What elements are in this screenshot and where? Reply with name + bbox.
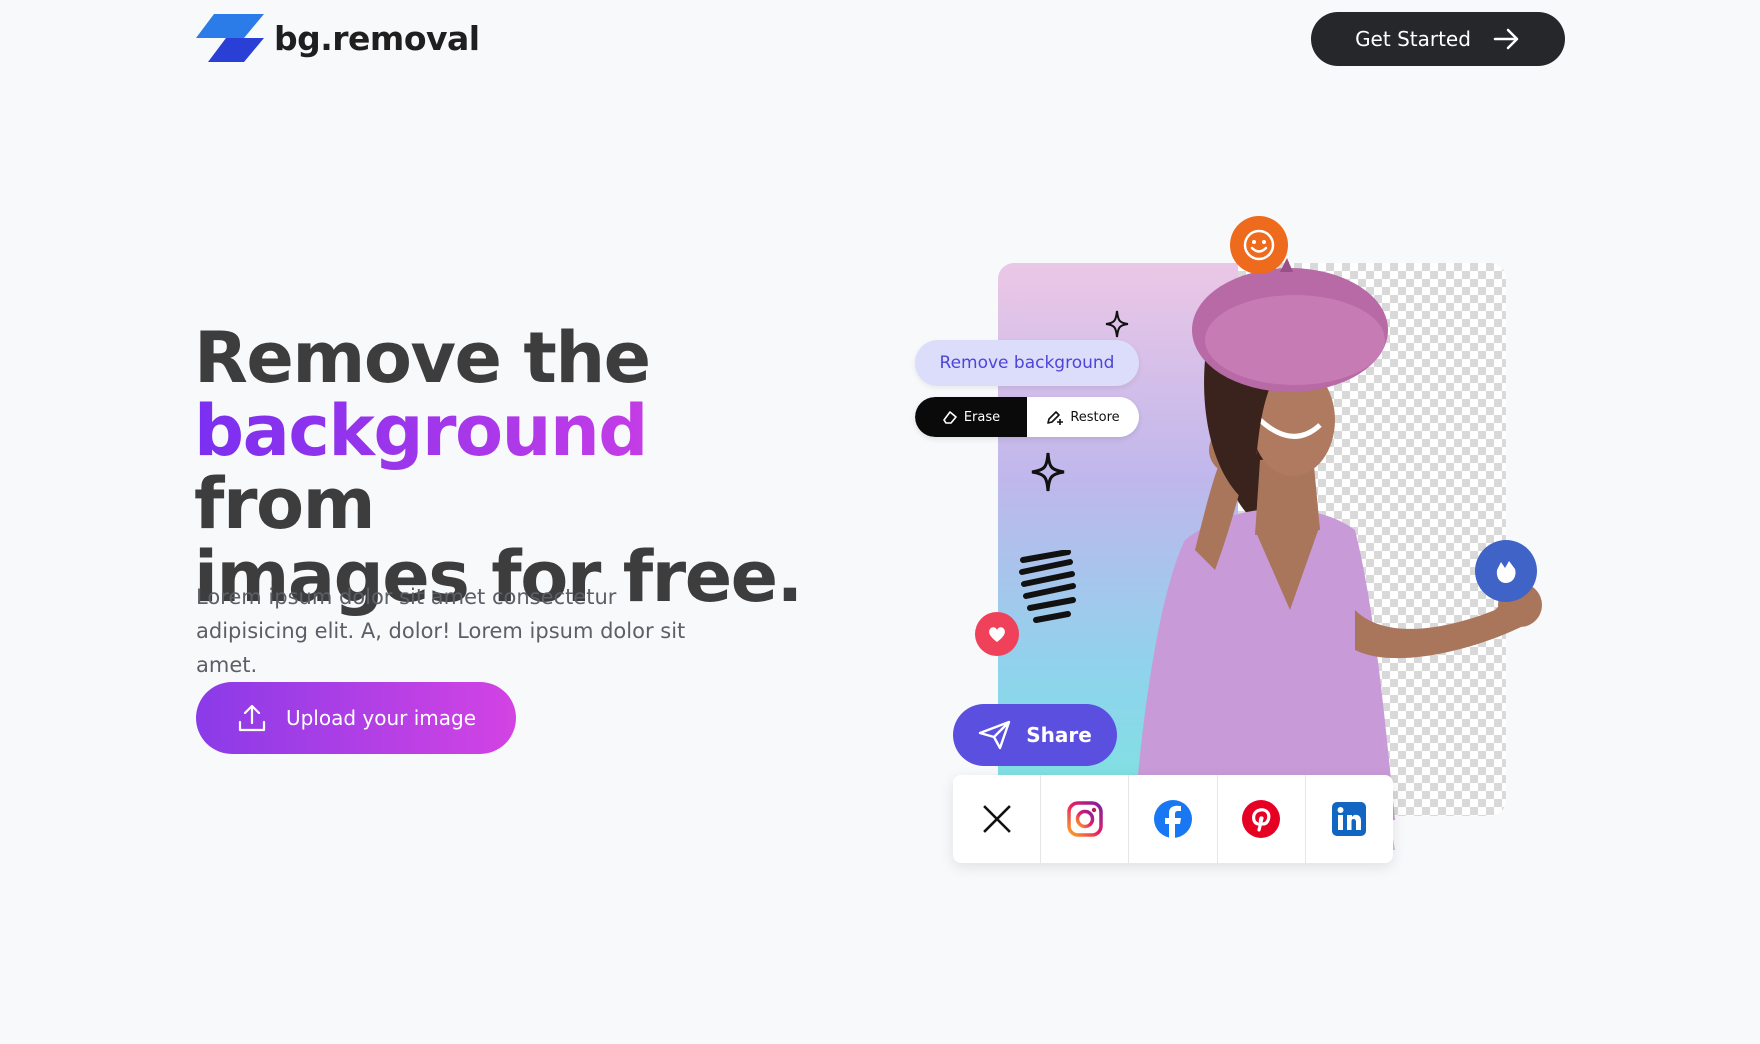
share-instagram[interactable]	[1041, 775, 1130, 863]
sparkle-large-icon	[1031, 452, 1065, 492]
heart-badge	[975, 612, 1019, 656]
arrow-right-icon	[1493, 28, 1519, 50]
get-started-label: Get Started	[1355, 27, 1471, 51]
facebook-icon	[1154, 800, 1192, 838]
heart-icon	[989, 627, 1005, 642]
restore-brush-icon	[1047, 411, 1064, 425]
hand-icon	[1496, 561, 1516, 583]
hero-illustration: Remove background Erase Restore Share	[905, 216, 1565, 870]
hero-title-highlight: background	[194, 390, 648, 472]
remove-background-button[interactable]: Remove background	[915, 340, 1139, 386]
erase-button[interactable]: Erase	[915, 397, 1027, 437]
share-button[interactable]: Share	[953, 704, 1117, 766]
hero-description: Lorem ipsum dolor sit amet consectetur a…	[196, 585, 686, 677]
share-facebook[interactable]	[1129, 775, 1218, 863]
hero-title: Remove the background from images for fr…	[194, 322, 814, 614]
social-share-bar	[953, 775, 1393, 863]
upload-icon	[238, 704, 266, 732]
instagram-icon	[1067, 801, 1103, 837]
share-label: Share	[1026, 723, 1092, 747]
hero-title-after-highlight: from	[194, 463, 376, 545]
erase-restore-toggle: Erase Restore	[915, 397, 1139, 437]
pinterest-icon	[1242, 800, 1281, 838]
scribble-icon	[1019, 550, 1076, 623]
hero-title-line1: Remove the	[194, 317, 651, 399]
brand-name: bg.removal	[274, 18, 480, 58]
get-started-button[interactable]: Get Started	[1311, 12, 1565, 66]
erase-label: Erase	[963, 409, 1001, 425]
share-linkedin[interactable]	[1306, 775, 1393, 863]
restore-button[interactable]: Restore	[1027, 397, 1139, 437]
eraser-icon	[943, 411, 957, 424]
upload-image-button[interactable]: Upload your image	[196, 682, 516, 754]
smiley-badge	[1230, 216, 1288, 274]
share-pinterest[interactable]	[1218, 775, 1306, 863]
restore-label: Restore	[1070, 409, 1120, 425]
sparkle-small-icon	[1105, 310, 1129, 338]
logo-mark-icon	[196, 14, 264, 62]
send-icon	[979, 720, 1011, 750]
upload-label: Upload your image	[285, 706, 477, 730]
linkedin-icon	[1332, 802, 1367, 836]
smiley-icon	[1243, 229, 1275, 261]
thumbs-up-badge	[1475, 540, 1537, 602]
brand-logo[interactable]: bg.removal	[196, 12, 480, 64]
x-icon	[982, 805, 1011, 833]
share-x[interactable]	[953, 775, 1042, 863]
